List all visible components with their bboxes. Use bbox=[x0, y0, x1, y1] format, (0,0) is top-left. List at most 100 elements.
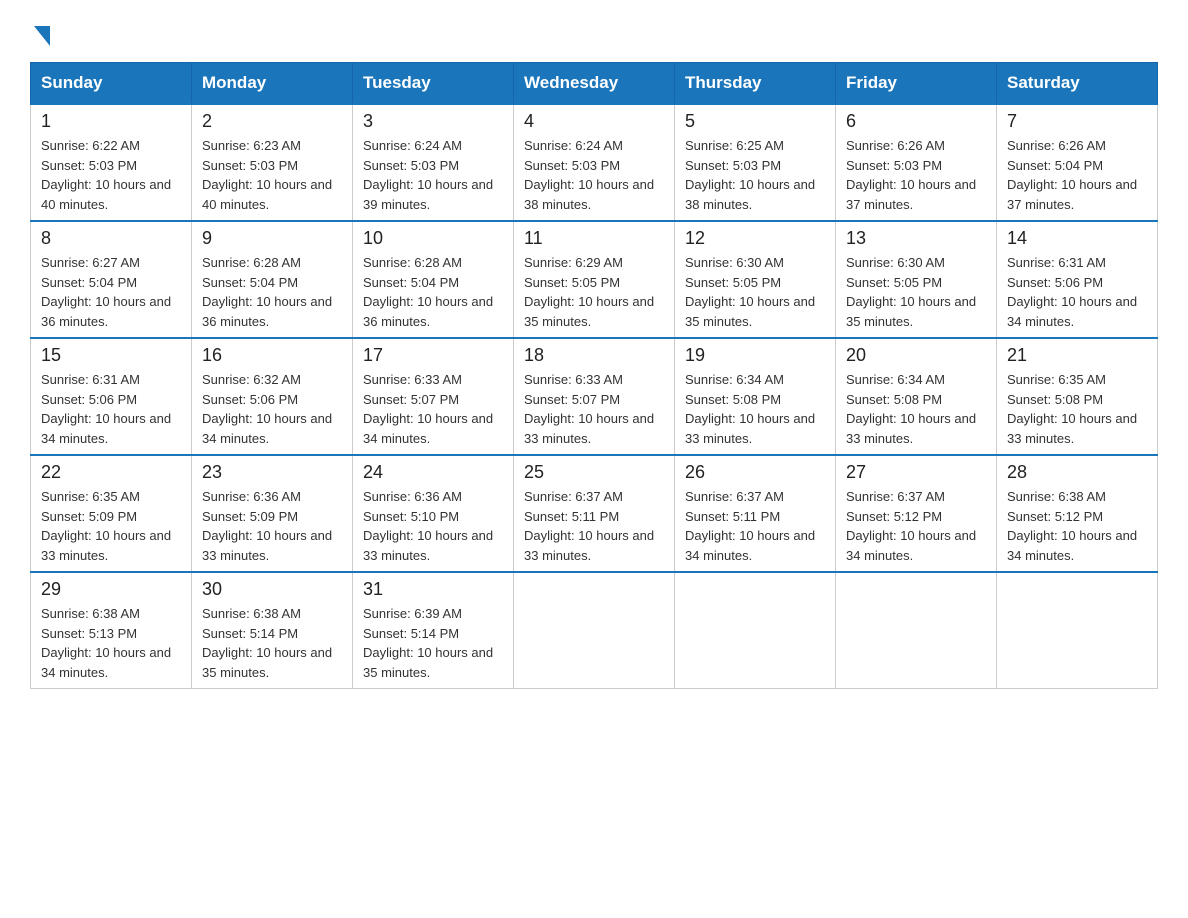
header-sunday: Sunday bbox=[31, 63, 192, 105]
calendar-cell: 26 Sunrise: 6:37 AM Sunset: 5:11 PM Dayl… bbox=[675, 455, 836, 572]
day-number: 30 bbox=[202, 579, 342, 600]
day-number: 14 bbox=[1007, 228, 1147, 249]
header-monday: Monday bbox=[192, 63, 353, 105]
day-number: 21 bbox=[1007, 345, 1147, 366]
calendar-cell: 21 Sunrise: 6:35 AM Sunset: 5:08 PM Dayl… bbox=[997, 338, 1158, 455]
day-number: 26 bbox=[685, 462, 825, 483]
calendar-cell: 27 Sunrise: 6:37 AM Sunset: 5:12 PM Dayl… bbox=[836, 455, 997, 572]
day-info: Sunrise: 6:38 AM Sunset: 5:13 PM Dayligh… bbox=[41, 604, 181, 682]
calendar-cell: 15 Sunrise: 6:31 AM Sunset: 5:06 PM Dayl… bbox=[31, 338, 192, 455]
header-thursday: Thursday bbox=[675, 63, 836, 105]
day-info: Sunrise: 6:23 AM Sunset: 5:03 PM Dayligh… bbox=[202, 136, 342, 214]
day-info: Sunrise: 6:24 AM Sunset: 5:03 PM Dayligh… bbox=[363, 136, 503, 214]
calendar-table: SundayMondayTuesdayWednesdayThursdayFrid… bbox=[30, 62, 1158, 689]
calendar-week-row: 29 Sunrise: 6:38 AM Sunset: 5:13 PM Dayl… bbox=[31, 572, 1158, 689]
day-info: Sunrise: 6:38 AM Sunset: 5:14 PM Dayligh… bbox=[202, 604, 342, 682]
calendar-cell bbox=[836, 572, 997, 689]
day-info: Sunrise: 6:30 AM Sunset: 5:05 PM Dayligh… bbox=[685, 253, 825, 331]
day-info: Sunrise: 6:26 AM Sunset: 5:03 PM Dayligh… bbox=[846, 136, 986, 214]
calendar-week-row: 22 Sunrise: 6:35 AM Sunset: 5:09 PM Dayl… bbox=[31, 455, 1158, 572]
day-number: 10 bbox=[363, 228, 503, 249]
day-number: 31 bbox=[363, 579, 503, 600]
day-number: 12 bbox=[685, 228, 825, 249]
calendar-cell bbox=[675, 572, 836, 689]
day-info: Sunrise: 6:28 AM Sunset: 5:04 PM Dayligh… bbox=[363, 253, 503, 331]
day-info: Sunrise: 6:29 AM Sunset: 5:05 PM Dayligh… bbox=[524, 253, 664, 331]
day-info: Sunrise: 6:34 AM Sunset: 5:08 PM Dayligh… bbox=[685, 370, 825, 448]
day-number: 19 bbox=[685, 345, 825, 366]
calendar-cell: 5 Sunrise: 6:25 AM Sunset: 5:03 PM Dayli… bbox=[675, 104, 836, 221]
day-info: Sunrise: 6:38 AM Sunset: 5:12 PM Dayligh… bbox=[1007, 487, 1147, 565]
day-info: Sunrise: 6:22 AM Sunset: 5:03 PM Dayligh… bbox=[41, 136, 181, 214]
day-number: 16 bbox=[202, 345, 342, 366]
calendar-week-row: 8 Sunrise: 6:27 AM Sunset: 5:04 PM Dayli… bbox=[31, 221, 1158, 338]
day-info: Sunrise: 6:37 AM Sunset: 5:12 PM Dayligh… bbox=[846, 487, 986, 565]
calendar-cell: 11 Sunrise: 6:29 AM Sunset: 5:05 PM Dayl… bbox=[514, 221, 675, 338]
day-info: Sunrise: 6:25 AM Sunset: 5:03 PM Dayligh… bbox=[685, 136, 825, 214]
day-info: Sunrise: 6:26 AM Sunset: 5:04 PM Dayligh… bbox=[1007, 136, 1147, 214]
calendar-cell: 2 Sunrise: 6:23 AM Sunset: 5:03 PM Dayli… bbox=[192, 104, 353, 221]
day-info: Sunrise: 6:37 AM Sunset: 5:11 PM Dayligh… bbox=[685, 487, 825, 565]
calendar-cell: 17 Sunrise: 6:33 AM Sunset: 5:07 PM Dayl… bbox=[353, 338, 514, 455]
calendar-week-row: 1 Sunrise: 6:22 AM Sunset: 5:03 PM Dayli… bbox=[31, 104, 1158, 221]
day-info: Sunrise: 6:33 AM Sunset: 5:07 PM Dayligh… bbox=[363, 370, 503, 448]
day-number: 2 bbox=[202, 111, 342, 132]
calendar-cell: 3 Sunrise: 6:24 AM Sunset: 5:03 PM Dayli… bbox=[353, 104, 514, 221]
header-tuesday: Tuesday bbox=[353, 63, 514, 105]
day-number: 17 bbox=[363, 345, 503, 366]
day-info: Sunrise: 6:33 AM Sunset: 5:07 PM Dayligh… bbox=[524, 370, 664, 448]
calendar-cell: 8 Sunrise: 6:27 AM Sunset: 5:04 PM Dayli… bbox=[31, 221, 192, 338]
calendar-cell: 30 Sunrise: 6:38 AM Sunset: 5:14 PM Dayl… bbox=[192, 572, 353, 689]
calendar-cell: 13 Sunrise: 6:30 AM Sunset: 5:05 PM Dayl… bbox=[836, 221, 997, 338]
calendar-cell: 6 Sunrise: 6:26 AM Sunset: 5:03 PM Dayli… bbox=[836, 104, 997, 221]
day-info: Sunrise: 6:30 AM Sunset: 5:05 PM Dayligh… bbox=[846, 253, 986, 331]
day-number: 4 bbox=[524, 111, 664, 132]
day-info: Sunrise: 6:36 AM Sunset: 5:10 PM Dayligh… bbox=[363, 487, 503, 565]
calendar-cell bbox=[514, 572, 675, 689]
day-info: Sunrise: 6:39 AM Sunset: 5:14 PM Dayligh… bbox=[363, 604, 503, 682]
day-number: 6 bbox=[846, 111, 986, 132]
calendar-cell: 4 Sunrise: 6:24 AM Sunset: 5:03 PM Dayli… bbox=[514, 104, 675, 221]
calendar-cell: 28 Sunrise: 6:38 AM Sunset: 5:12 PM Dayl… bbox=[997, 455, 1158, 572]
day-number: 25 bbox=[524, 462, 664, 483]
calendar-cell: 16 Sunrise: 6:32 AM Sunset: 5:06 PM Dayl… bbox=[192, 338, 353, 455]
calendar-header-row: SundayMondayTuesdayWednesdayThursdayFrid… bbox=[31, 63, 1158, 105]
day-number: 3 bbox=[363, 111, 503, 132]
calendar-cell: 31 Sunrise: 6:39 AM Sunset: 5:14 PM Dayl… bbox=[353, 572, 514, 689]
calendar-cell: 14 Sunrise: 6:31 AM Sunset: 5:06 PM Dayl… bbox=[997, 221, 1158, 338]
logo-arrow-icon bbox=[34, 26, 50, 46]
day-number: 15 bbox=[41, 345, 181, 366]
calendar-cell: 24 Sunrise: 6:36 AM Sunset: 5:10 PM Dayl… bbox=[353, 455, 514, 572]
calendar-cell: 23 Sunrise: 6:36 AM Sunset: 5:09 PM Dayl… bbox=[192, 455, 353, 572]
day-number: 11 bbox=[524, 228, 664, 249]
day-number: 1 bbox=[41, 111, 181, 132]
day-number: 9 bbox=[202, 228, 342, 249]
calendar-cell: 9 Sunrise: 6:28 AM Sunset: 5:04 PM Dayli… bbox=[192, 221, 353, 338]
calendar-cell: 22 Sunrise: 6:35 AM Sunset: 5:09 PM Dayl… bbox=[31, 455, 192, 572]
page-header bbox=[30, 20, 1158, 42]
day-number: 29 bbox=[41, 579, 181, 600]
day-info: Sunrise: 6:28 AM Sunset: 5:04 PM Dayligh… bbox=[202, 253, 342, 331]
day-info: Sunrise: 6:35 AM Sunset: 5:09 PM Dayligh… bbox=[41, 487, 181, 565]
calendar-cell: 1 Sunrise: 6:22 AM Sunset: 5:03 PM Dayli… bbox=[31, 104, 192, 221]
day-info: Sunrise: 6:31 AM Sunset: 5:06 PM Dayligh… bbox=[1007, 253, 1147, 331]
header-friday: Friday bbox=[836, 63, 997, 105]
day-info: Sunrise: 6:35 AM Sunset: 5:08 PM Dayligh… bbox=[1007, 370, 1147, 448]
day-info: Sunrise: 6:27 AM Sunset: 5:04 PM Dayligh… bbox=[41, 253, 181, 331]
day-number: 27 bbox=[846, 462, 986, 483]
day-number: 23 bbox=[202, 462, 342, 483]
calendar-cell: 29 Sunrise: 6:38 AM Sunset: 5:13 PM Dayl… bbox=[31, 572, 192, 689]
header-saturday: Saturday bbox=[997, 63, 1158, 105]
day-number: 8 bbox=[41, 228, 181, 249]
calendar-cell: 10 Sunrise: 6:28 AM Sunset: 5:04 PM Dayl… bbox=[353, 221, 514, 338]
calendar-cell: 20 Sunrise: 6:34 AM Sunset: 5:08 PM Dayl… bbox=[836, 338, 997, 455]
day-number: 20 bbox=[846, 345, 986, 366]
day-info: Sunrise: 6:32 AM Sunset: 5:06 PM Dayligh… bbox=[202, 370, 342, 448]
calendar-cell: 18 Sunrise: 6:33 AM Sunset: 5:07 PM Dayl… bbox=[514, 338, 675, 455]
day-number: 28 bbox=[1007, 462, 1147, 483]
day-number: 5 bbox=[685, 111, 825, 132]
day-number: 7 bbox=[1007, 111, 1147, 132]
calendar-cell: 12 Sunrise: 6:30 AM Sunset: 5:05 PM Dayl… bbox=[675, 221, 836, 338]
calendar-week-row: 15 Sunrise: 6:31 AM Sunset: 5:06 PM Dayl… bbox=[31, 338, 1158, 455]
day-info: Sunrise: 6:24 AM Sunset: 5:03 PM Dayligh… bbox=[524, 136, 664, 214]
